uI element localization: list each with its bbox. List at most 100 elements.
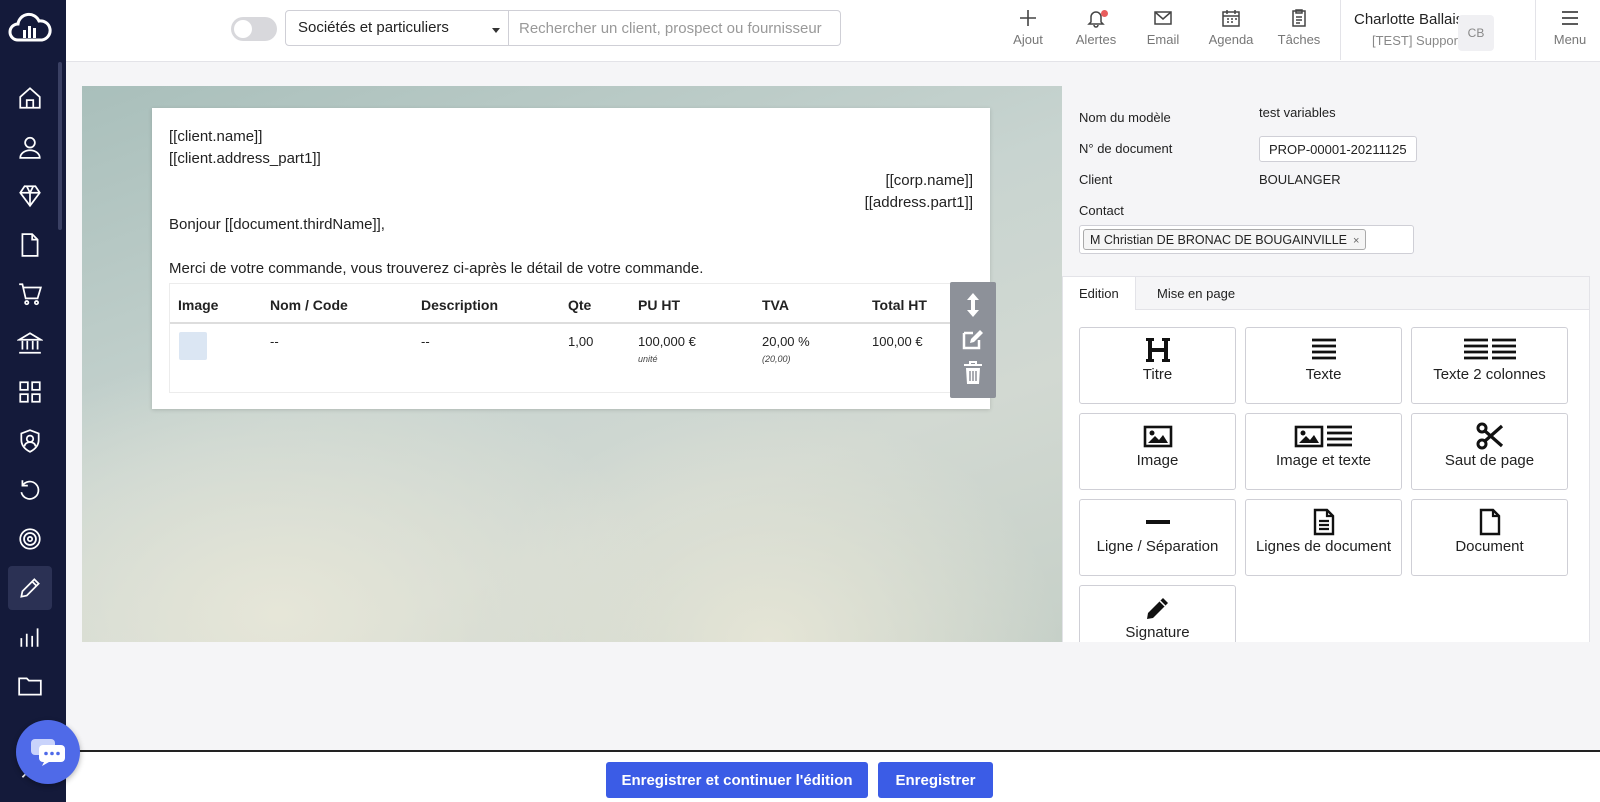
corp-address-variable: [[address.part1]] bbox=[864, 194, 973, 211]
block-document-button[interactable]: Document bbox=[1411, 499, 1568, 576]
agenda-button[interactable]: Agenda bbox=[1201, 8, 1261, 47]
sidebar-bar-chart-icon[interactable] bbox=[8, 615, 52, 659]
col-header-image: Image bbox=[178, 297, 219, 313]
model-name-label: Nom du modèle bbox=[1079, 110, 1171, 125]
block-signature-label: Signature bbox=[1125, 624, 1190, 641]
sidebar bbox=[0, 0, 66, 802]
table-header-divider bbox=[170, 322, 968, 324]
corp-name-variable: [[corp.name]] bbox=[885, 172, 973, 189]
sidebar-user-icon[interactable] bbox=[8, 125, 52, 169]
footer-bar: Enregistrer et continuer l'édition Enreg… bbox=[66, 750, 1600, 802]
alerts-button[interactable]: Alertes bbox=[1066, 8, 1126, 47]
sidebar-document-icon[interactable] bbox=[8, 223, 52, 267]
block-text-button[interactable]: Texte bbox=[1245, 327, 1402, 404]
calendar-icon bbox=[1222, 10, 1240, 27]
remove-contact-icon[interactable]: × bbox=[1353, 235, 1359, 247]
document-canvas: [[client.name]] [[client.address_part1]]… bbox=[82, 86, 1062, 642]
tasks-button[interactable]: Tâches bbox=[1269, 8, 1329, 47]
agenda-label: Agenda bbox=[1208, 32, 1254, 47]
alerts-label: Alertes bbox=[1075, 32, 1117, 47]
image-text-icon bbox=[1294, 425, 1352, 448]
cloud-logo-icon[interactable] bbox=[8, 10, 52, 46]
client-address-variable: [[client.address_part1]] bbox=[169, 150, 321, 167]
two-columns-icon bbox=[1463, 338, 1516, 360]
user-role: [TEST] Support bbox=[1372, 33, 1462, 48]
block-two-columns-button[interactable]: Texte 2 colonnes bbox=[1411, 327, 1568, 404]
sidebar-scrollbar[interactable] bbox=[58, 62, 62, 230]
block-separator-label: Ligne / Séparation bbox=[1096, 538, 1219, 555]
clipboard-icon bbox=[1292, 9, 1306, 27]
scissors-icon bbox=[1476, 422, 1503, 450]
cell-total: 100,00 € bbox=[872, 334, 923, 349]
block-separator-button[interactable]: Ligne / Séparation bbox=[1079, 499, 1236, 576]
sidebar-bank-icon[interactable] bbox=[8, 321, 52, 365]
hamburger-icon bbox=[1562, 11, 1578, 25]
save-button[interactable]: Enregistrer bbox=[878, 762, 993, 798]
contact-label: Contact bbox=[1079, 203, 1124, 218]
col-header-unit-price: PU HT bbox=[638, 297, 680, 313]
chat-bubble-icon[interactable] bbox=[16, 720, 80, 784]
sidebar-home-icon[interactable] bbox=[8, 76, 52, 120]
greeting-text: Bonjour [[document.thirdName]], bbox=[169, 216, 385, 233]
document-page[interactable]: [[client.name]] [[client.address_part1]]… bbox=[152, 108, 990, 409]
sidebar-grid-icon[interactable] bbox=[8, 370, 52, 414]
segment-select[interactable]: Sociétés et particuliers bbox=[285, 10, 509, 46]
sidebar-cart-icon[interactable] bbox=[8, 272, 52, 316]
sidebar-folder-icon[interactable] bbox=[8, 664, 52, 708]
add-label: Ajout bbox=[1013, 32, 1043, 47]
email-button[interactable]: Email bbox=[1133, 8, 1193, 47]
block-signature-button[interactable]: Signature bbox=[1079, 585, 1236, 642]
block-page-break-button[interactable]: Saut de page bbox=[1411, 413, 1568, 490]
minus-icon bbox=[1145, 520, 1170, 524]
document-lines-table[interactable]: Image Nom / Code Description Qte PU HT T… bbox=[169, 283, 969, 393]
view-toggle[interactable] bbox=[231, 17, 277, 41]
save-and-continue-button[interactable]: Enregistrer et continuer l'édition bbox=[606, 762, 868, 798]
move-arrows-icon[interactable] bbox=[961, 292, 985, 318]
edit-icon[interactable] bbox=[961, 326, 985, 352]
sidebar-history-icon[interactable] bbox=[8, 468, 52, 512]
cell-description: -- bbox=[421, 334, 430, 349]
block-toolbar bbox=[950, 282, 996, 398]
contact-tag-label: M Christian DE BRONAC DE BOUGAINVILLE bbox=[1090, 233, 1348, 247]
cell-unit-price-sub: unité bbox=[638, 354, 658, 364]
menu-label: Menu bbox=[1553, 32, 1587, 47]
block-document-label: Document bbox=[1455, 538, 1524, 555]
tab-edition[interactable]: Edition bbox=[1063, 277, 1136, 310]
topbar: Sociétés et particuliers Ajout Alertes E… bbox=[66, 0, 1600, 62]
client-search-input[interactable] bbox=[509, 10, 841, 46]
sidebar-shield-user-icon[interactable] bbox=[8, 419, 52, 463]
contact-select[interactable]: M Christian DE BRONAC DE BOUGAINVILLE × bbox=[1079, 225, 1414, 254]
doc-number-field[interactable]: PROP-00001-20211125 bbox=[1259, 136, 1417, 162]
cell-name: -- bbox=[270, 334, 279, 349]
alert-dot bbox=[1101, 10, 1108, 17]
contact-tag: M Christian DE BRONAC DE BOUGAINVILLE × bbox=[1083, 229, 1367, 250]
file-icon bbox=[1479, 508, 1500, 536]
block-two-columns-label: Texte 2 colonnes bbox=[1433, 366, 1546, 383]
menu-button[interactable]: Menu bbox=[1540, 8, 1600, 47]
trash-icon[interactable] bbox=[961, 360, 985, 386]
cell-unit-price: 100,000 € bbox=[638, 334, 696, 349]
tab-mise-en-page[interactable]: Mise en page bbox=[1141, 277, 1251, 310]
tasks-label: Tâches bbox=[1277, 32, 1321, 47]
doc-number-label: N° de document bbox=[1079, 141, 1173, 156]
sidebar-target-icon[interactable] bbox=[8, 517, 52, 561]
block-image-text-button[interactable]: Image et texte bbox=[1245, 413, 1402, 490]
caret-down-icon bbox=[492, 28, 500, 33]
col-header-tva: TVA bbox=[762, 297, 789, 313]
sidebar-pencil-icon[interactable] bbox=[8, 566, 52, 610]
sidebar-diamond-icon[interactable] bbox=[8, 174, 52, 218]
block-title-button[interactable]: Titre bbox=[1079, 327, 1236, 404]
heading-icon bbox=[1145, 338, 1170, 362]
user-name[interactable]: Charlotte Ballais bbox=[1354, 11, 1463, 28]
cell-tva: 20,00 % bbox=[762, 334, 810, 349]
block-image-label: Image bbox=[1136, 452, 1179, 469]
pencil-icon bbox=[1146, 598, 1168, 619]
col-header-name: Nom / Code bbox=[270, 297, 348, 313]
align-justify-icon bbox=[1311, 338, 1336, 360]
block-document-lines-button[interactable]: Lignes de document bbox=[1245, 499, 1402, 576]
avatar[interactable]: CB bbox=[1458, 15, 1494, 51]
topbar-divider bbox=[1340, 0, 1341, 60]
block-image-button[interactable]: Image bbox=[1079, 413, 1236, 490]
add-button[interactable]: Ajout bbox=[998, 8, 1058, 47]
col-header-description: Description bbox=[421, 297, 499, 313]
